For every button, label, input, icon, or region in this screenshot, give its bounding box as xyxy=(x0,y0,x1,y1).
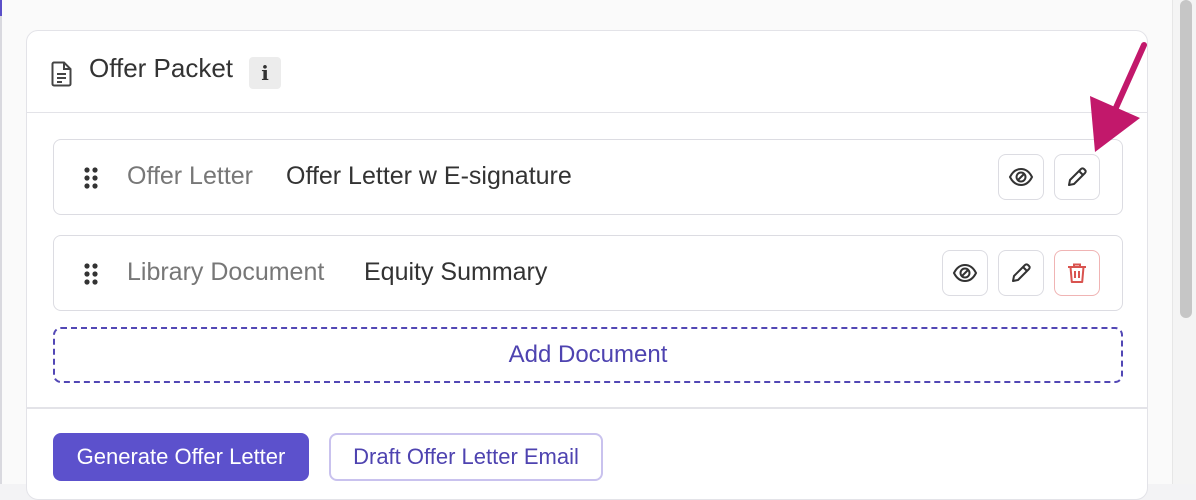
pencil-icon xyxy=(1068,167,1087,186)
eye-icon xyxy=(952,263,978,283)
scrollbar-thumb[interactable] xyxy=(1180,0,1192,318)
generate-offer-letter-button[interactable]: Generate Offer Letter xyxy=(53,433,309,481)
document-row[interactable]: Offer Letter Offer Letter w E-signature xyxy=(53,139,1123,215)
document-name: Offer Letter w E-signature xyxy=(286,162,572,190)
delete-button[interactable] xyxy=(1054,250,1100,296)
draft-offer-letter-email-button[interactable]: Draft Offer Letter Email xyxy=(329,433,603,481)
preview-button[interactable] xyxy=(998,154,1044,200)
card-header: Offer Packet i xyxy=(27,31,1147,113)
add-document-button[interactable]: Add Document xyxy=(53,327,1123,383)
card-divider xyxy=(27,407,1147,409)
edit-button[interactable] xyxy=(1054,154,1100,200)
document-name: Equity Summary xyxy=(364,258,548,286)
drag-handle-icon[interactable] xyxy=(82,166,100,190)
document-type: Offer Letter xyxy=(127,162,253,190)
document-row[interactable]: Library Document Equity Summary xyxy=(53,235,1123,311)
document-type: Library Document xyxy=(127,258,325,286)
card-title: Offer Packet xyxy=(89,53,234,83)
preview-button[interactable] xyxy=(942,250,988,296)
document-icon xyxy=(51,61,72,87)
offer-packet-card: Offer Packet i Offer Letter Offer Letter… xyxy=(26,30,1148,500)
pencil-icon xyxy=(1012,263,1031,282)
annotation-arrow xyxy=(1090,42,1147,152)
edit-button[interactable] xyxy=(998,250,1044,296)
eye-icon xyxy=(1008,167,1034,187)
trash-icon xyxy=(1068,263,1086,283)
info-icon[interactable]: i xyxy=(249,57,281,89)
drag-handle-icon[interactable] xyxy=(82,262,100,286)
